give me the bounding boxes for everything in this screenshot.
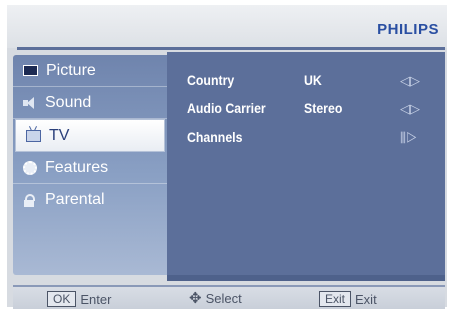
brand-logo: PHILIPS bbox=[377, 21, 439, 38]
setting-row-channels[interactable]: Channels ⫼▷ bbox=[187, 129, 427, 151]
ok-key-icon: OK bbox=[47, 291, 77, 307]
hint-label: Exit bbox=[355, 291, 377, 307]
hint-label: Enter bbox=[80, 291, 112, 307]
parental-icon bbox=[23, 193, 37, 207]
setting-value: UK bbox=[304, 72, 322, 88]
submenu-arrow-icon[interactable]: ⫼▷ bbox=[400, 130, 418, 146]
menu-item-tv[interactable]: TV bbox=[15, 119, 165, 152]
hint-label: Select bbox=[205, 291, 242, 306]
left-right-arrows-icon[interactable]: ◁▷ bbox=[400, 101, 420, 117]
header-divider bbox=[17, 47, 445, 50]
hint-select: ✥ Select bbox=[189, 289, 242, 307]
tv-icon bbox=[26, 129, 41, 142]
menu-item-label: Sound bbox=[45, 93, 92, 111]
menu-item-label: Parental bbox=[45, 190, 105, 208]
menu-item-label: TV bbox=[49, 126, 70, 144]
navigation-cross-icon: ✥ bbox=[189, 289, 202, 307]
settings-panel: Country UK ◁▷ Audio Carrier Stereo ◁▷ Ch… bbox=[167, 52, 445, 275]
menu-item-parental[interactable]: Parental bbox=[13, 184, 167, 215]
setting-row-audio-carrier[interactable]: Audio Carrier Stereo ◁▷ bbox=[187, 100, 427, 122]
menu-header: PHILIPS bbox=[7, 5, 447, 48]
menu-item-label: Picture bbox=[46, 61, 96, 79]
menu-item-picture[interactable]: Picture bbox=[13, 55, 167, 87]
help-bar: OK Enter ✥ Select Exit Exit bbox=[13, 285, 445, 309]
setting-row-country[interactable]: Country UK ◁▷ bbox=[187, 72, 427, 94]
exit-key-icon: Exit bbox=[319, 291, 352, 307]
setting-value: Stereo bbox=[304, 100, 343, 116]
menu-item-features[interactable]: Features bbox=[13, 152, 167, 184]
main-menu: Picture Sound TV Features Parental bbox=[13, 55, 167, 275]
sound-icon bbox=[23, 96, 37, 109]
setting-label: Audio Carrier bbox=[187, 100, 266, 116]
picture-icon bbox=[23, 65, 38, 76]
features-icon bbox=[23, 160, 37, 175]
left-right-arrows-icon[interactable]: ◁▷ bbox=[400, 73, 420, 89]
setting-label: Country bbox=[187, 72, 235, 88]
panel-bottom-edge bbox=[167, 275, 445, 281]
hint-ok: OK Enter bbox=[47, 291, 111, 307]
hint-exit: Exit Exit bbox=[319, 291, 377, 307]
menu-item-label: Features bbox=[45, 158, 109, 176]
setting-label: Channels bbox=[187, 129, 243, 145]
tv-menu-frame: PHILIPS Picture Sound TV Features Parent… bbox=[7, 5, 447, 309]
menu-item-sound[interactable]: Sound bbox=[13, 87, 167, 119]
